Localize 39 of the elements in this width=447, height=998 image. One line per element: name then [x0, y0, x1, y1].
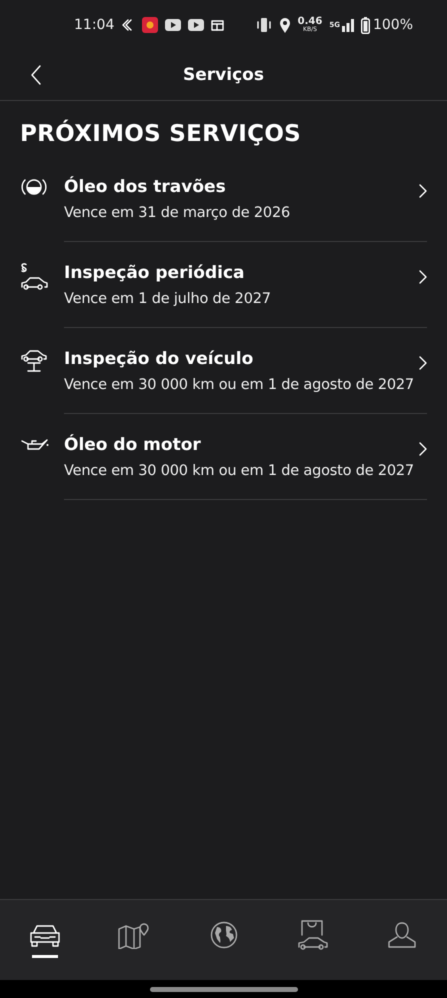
chevron-right-icon [419, 184, 427, 198]
chevron-right-icon [419, 270, 427, 284]
chevron-right-icon [419, 356, 427, 370]
service-title: Óleo dos travões [64, 177, 226, 197]
service-row[interactable]: Inspeção do veículo Vence em 30 000 km ou em 1 de agosto de 2027 [64, 329, 427, 414]
globe-icon [210, 920, 238, 948]
car-inspection-icon [20, 263, 50, 291]
chevron-right-icon [419, 442, 427, 456]
due-date: Vence em 30 000 km ou em 1 de agosto de 2027 [64, 463, 414, 479]
battery-icon [360, 16, 370, 34]
video-icon [188, 19, 204, 31]
car-lift-icon [20, 349, 48, 373]
service-title: Óleo do motor [64, 435, 201, 455]
location-icon [278, 17, 291, 33]
map-pin-icon [117, 920, 152, 948]
service-title: Inspeção do veículo [64, 349, 254, 369]
signal-icon [342, 18, 354, 32]
service-row[interactable]: Óleo do motor Vence em 30 000 km ou em 1 de agosto de 2027 [64, 415, 427, 500]
app-icon [142, 17, 158, 33]
window-icon [211, 20, 224, 30]
vibrate-icon [256, 17, 272, 33]
chevron-left-icon [30, 65, 42, 85]
due-date: Vence em 31 de março de 2026 [64, 205, 290, 221]
car-front-icon [28, 922, 62, 946]
due-date: Vence em 30 000 km ou em 1 de agosto de 2027 [64, 377, 414, 393]
brake-fluid-icon [20, 177, 48, 197]
video-icon [165, 19, 182, 31]
profile-icon [386, 920, 418, 948]
car-shop-icon [296, 918, 330, 950]
due-date: Vence em 1 de julho de 2027 [64, 291, 271, 307]
speed-value: 0.46 [298, 17, 322, 27]
service-title: Inspeção periódica [64, 263, 245, 283]
section-heading: PRÓXIMOS SERVIÇOS [20, 121, 302, 147]
clock: 11:04 [74, 17, 114, 33]
page-title: Serviços [183, 65, 264, 85]
service-row[interactable]: Inspeção periódica Vence em 1 de julho de 2027 [64, 243, 427, 328]
service-row[interactable]: Óleo dos travões Vence em 31 de março de 2026 [64, 157, 427, 242]
battery-percent: 100% [372, 17, 413, 33]
selected-indicator [32, 954, 58, 958]
